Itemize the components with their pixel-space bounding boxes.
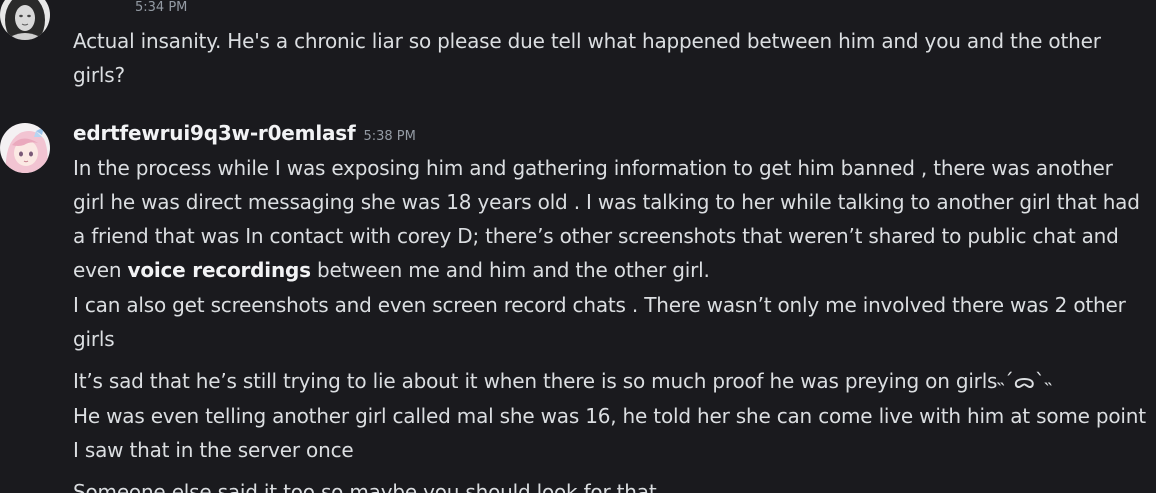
message-line: girls?: [73, 63, 125, 87]
message-line: even voice recordings between me and him…: [73, 253, 1140, 287]
message-line: It’s sad that he’s still trying to lie a…: [73, 369, 1052, 393]
username[interactable]: edrtfewrui9q3w-r0emlasf: [73, 121, 356, 145]
message-line: I saw that in the server once: [73, 438, 354, 462]
message-line: Someone else said it too so maybe you sh…: [73, 480, 657, 493]
message-line: Actual insanity. He's a chronic liar so …: [73, 29, 1101, 53]
message-content: I can also get screenshots and even scre…: [73, 288, 1126, 356]
message-line: a friend that was In contact with corey …: [73, 224, 1119, 248]
message-content: He was even telling another girl called …: [73, 399, 1146, 467]
message-line: girls: [73, 327, 115, 351]
avatar-user-2[interactable]: [0, 123, 50, 173]
message-content: Someone else said it too so maybe you sh…: [73, 475, 657, 493]
avatar-user-1[interactable]: [0, 0, 50, 40]
message-line: girl he was direct messaging she was 18 …: [73, 190, 1140, 214]
message-timestamp: 5:38 PM: [363, 129, 416, 144]
message-header: edrtfewrui9q3w-r0emlasf 5:38 PM: [73, 121, 416, 145]
message-content: In the process while I was exposing him …: [73, 151, 1140, 287]
message-content: Actual insanity. He's a chronic liar so …: [73, 24, 1101, 92]
message-text-segment: even: [73, 258, 128, 282]
anime-girl-avatar-icon: [0, 123, 50, 173]
statue-avatar-icon: [0, 0, 50, 40]
message-line: He was even telling another girl called …: [73, 404, 1146, 428]
message-timestamp: 5:34 PM: [135, 0, 188, 15]
bold-text: voice recordings: [127, 258, 311, 282]
message-line: In the process while I was exposing him …: [73, 156, 1113, 180]
message-text-segment: between me and him and the other girl.: [310, 258, 710, 282]
message-line: I can also get screenshots and even scre…: [73, 293, 1126, 317]
chat-view: 5:34 PM Actual insanity. He's a chronic …: [0, 0, 1156, 493]
message-content: It’s sad that he’s still trying to lie a…: [73, 364, 1051, 398]
